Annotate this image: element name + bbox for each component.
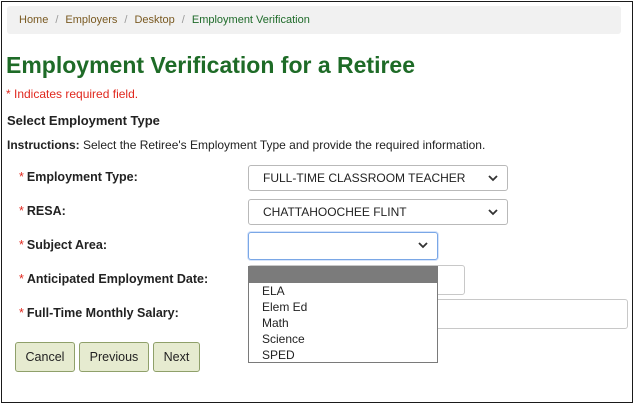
breadcrumb: Home / Employers / Desktop / Employment Verifi… [7, 6, 621, 34]
breadcrumb-desktop[interactable]: Desktop [134, 14, 174, 26]
required-marker: * [19, 204, 24, 218]
required-marker: * [19, 306, 24, 320]
subject-area-option-ela[interactable]: ELA [249, 283, 437, 299]
breadcrumb-home[interactable]: Home [19, 14, 48, 26]
salary-label: * Full-Time Monthly Salary: [19, 306, 179, 320]
subject-area-option-blank[interactable] [249, 267, 437, 283]
resa-label: * RESA: [19, 204, 66, 218]
breadcrumb-separator: / [55, 14, 59, 26]
instructions-label: Instructions: [7, 138, 80, 152]
required-note: * Indicates required field. [6, 87, 139, 101]
chevron-down-icon [418, 242, 428, 249]
subject-area-option-science[interactable]: Science [249, 331, 437, 347]
subject-area-option-math[interactable]: Math [249, 315, 437, 331]
breadcrumb-current: Employment Verification [191, 14, 310, 26]
required-marker: * [19, 272, 24, 286]
resa-value: CHATTAHOOCHEE FLINT [263, 205, 407, 219]
chevron-down-icon [488, 209, 498, 216]
previous-button[interactable]: Previous [79, 342, 149, 372]
instructions: Instructions: Select the Retiree's Emplo… [7, 138, 485, 152]
required-marker: * [19, 238, 24, 252]
employment-type-label: * Employment Type: [19, 170, 138, 184]
instructions-text: Select the Retiree's Employment Type and… [79, 138, 486, 152]
cancel-button[interactable]: Cancel [15, 342, 75, 372]
subject-area-option-elem-ed[interactable]: Elem Ed [249, 299, 437, 315]
chevron-down-icon [488, 175, 498, 182]
salary-label-text: Full-Time Monthly Salary: [26, 306, 179, 320]
resa-select[interactable]: CHATTAHOOCHEE FLINT [248, 199, 508, 225]
anticipated-date-label-text: Anticipated Employment Date: [26, 272, 209, 286]
next-button[interactable]: Next [153, 342, 200, 372]
anticipated-date-label: * Anticipated Employment Date: [19, 272, 208, 286]
breadcrumb-separator: / [124, 14, 128, 26]
subject-area-option-sped[interactable]: SPED [249, 347, 437, 363]
resa-label-text: RESA: [26, 204, 66, 218]
breadcrumb-separator: / [181, 14, 185, 26]
subject-area-label: * Subject Area: [19, 238, 107, 252]
breadcrumb-employers[interactable]: Employers [65, 14, 117, 26]
subject-area-label-text: Subject Area: [26, 238, 107, 252]
required-marker: * [19, 170, 24, 184]
subject-area-dropdown: ELA Elem Ed Math Science SPED [248, 266, 438, 363]
subject-area-select[interactable] [248, 232, 438, 260]
employment-type-select[interactable]: FULL-TIME CLASSROOM TEACHER [248, 165, 508, 191]
section-heading: Select Employment Type [7, 113, 160, 128]
page-title: Employment Verification for a Retiree [6, 52, 416, 78]
employment-type-value: FULL-TIME CLASSROOM TEACHER [263, 171, 466, 185]
employment-type-label-text: Employment Type: [26, 170, 138, 184]
